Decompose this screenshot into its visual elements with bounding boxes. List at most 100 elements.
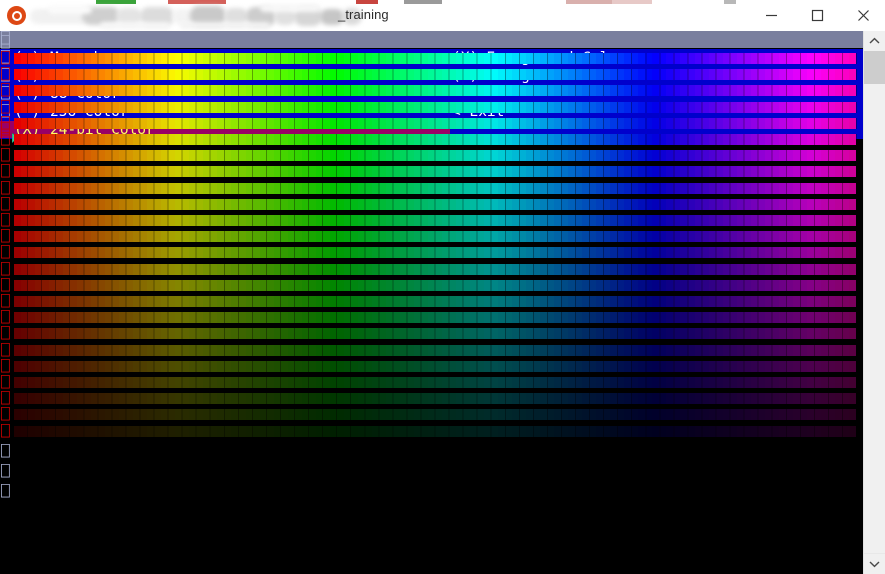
palette-swatch[interactable]	[421, 312, 428, 323]
palette-swatch[interactable]	[147, 53, 154, 64]
palette-swatch[interactable]	[828, 377, 835, 388]
palette-swatch[interactable]	[744, 426, 751, 437]
palette-swatch[interactable]	[210, 183, 217, 194]
palette-swatch[interactable]	[168, 264, 175, 275]
palette-swatch[interactable]	[603, 264, 610, 275]
palette-swatch[interactable]	[330, 215, 337, 226]
palette-swatch[interactable]	[407, 280, 414, 291]
palette-swatch[interactable]	[442, 134, 449, 145]
palette-swatch[interactable]	[779, 118, 786, 129]
palette-swatch[interactable]	[561, 69, 568, 80]
palette-swatch[interactable]	[189, 102, 196, 113]
palette-swatch[interactable]	[470, 280, 477, 291]
palette-swatch[interactable]	[358, 118, 365, 129]
palette-swatch[interactable]	[253, 199, 260, 210]
palette-swatch[interactable]	[828, 280, 835, 291]
palette-swatch[interactable]	[484, 85, 491, 96]
palette-swatch[interactable]	[702, 199, 709, 210]
palette-swatch[interactable]	[835, 312, 842, 323]
palette-swatch[interactable]	[828, 426, 835, 437]
palette-swatch[interactable]	[372, 166, 379, 177]
palette-swatch[interactable]	[582, 231, 589, 242]
palette-swatch[interactable]	[42, 199, 49, 210]
palette-swatch[interactable]	[379, 231, 386, 242]
palette-swatch[interactable]	[161, 361, 168, 372]
palette-swatch[interactable]	[666, 150, 673, 161]
palette-swatch[interactable]	[695, 264, 702, 275]
palette-swatch[interactable]	[442, 247, 449, 258]
palette-swatch[interactable]	[351, 134, 358, 145]
palette-swatch[interactable]	[77, 426, 84, 437]
palette-swatch[interactable]	[274, 118, 281, 129]
palette-swatch[interactable]	[779, 312, 786, 323]
palette-swatch[interactable]	[344, 409, 351, 420]
palette-swatch[interactable]	[484, 183, 491, 194]
palette-swatch[interactable]	[288, 328, 295, 339]
palette-swatch[interactable]	[786, 377, 793, 388]
palette-swatch[interactable]	[435, 247, 442, 258]
palette-swatch[interactable]	[680, 409, 687, 420]
palette-swatch[interactable]	[260, 393, 267, 404]
palette-swatch[interactable]	[744, 183, 751, 194]
palette-swatch[interactable]	[793, 102, 800, 113]
palette-swatch[interactable]	[344, 361, 351, 372]
palette-swatch[interactable]	[98, 134, 105, 145]
palette-swatch[interactable]	[49, 393, 56, 404]
palette-row[interactable]	[14, 426, 857, 437]
palette-swatch[interactable]	[196, 134, 203, 145]
palette-swatch[interactable]	[400, 118, 407, 129]
palette-swatch[interactable]	[772, 328, 779, 339]
palette-swatch[interactable]	[666, 280, 673, 291]
palette-swatch[interactable]	[540, 393, 547, 404]
palette-swatch[interactable]	[119, 345, 126, 356]
palette-swatch[interactable]	[737, 296, 744, 307]
palette-swatch[interactable]	[295, 345, 302, 356]
palette-swatch[interactable]	[554, 53, 561, 64]
palette-swatch[interactable]	[673, 296, 680, 307]
palette-swatch[interactable]	[512, 312, 519, 323]
palette-swatch[interactable]	[828, 312, 835, 323]
palette-swatch[interactable]	[512, 199, 519, 210]
palette-swatch[interactable]	[442, 183, 449, 194]
palette-swatch[interactable]	[253, 393, 260, 404]
palette-swatch[interactable]	[323, 69, 330, 80]
palette-swatch[interactable]	[49, 215, 56, 226]
palette-swatch[interactable]	[281, 312, 288, 323]
palette-swatch[interactable]	[323, 183, 330, 194]
palette-swatch[interactable]	[505, 53, 512, 64]
palette-swatch[interactable]	[547, 426, 554, 437]
palette-swatch[interactable]	[372, 85, 379, 96]
palette-swatch[interactable]	[414, 247, 421, 258]
palette-swatch[interactable]	[274, 85, 281, 96]
palette-swatch[interactable]	[821, 53, 828, 64]
palette-swatch[interactable]	[175, 409, 182, 420]
palette-swatch[interactable]	[610, 183, 617, 194]
palette-swatch[interactable]	[239, 328, 246, 339]
palette-swatch[interactable]	[449, 215, 456, 226]
palette-swatch[interactable]	[554, 85, 561, 96]
palette-swatch[interactable]	[133, 393, 140, 404]
palette-swatch[interactable]	[491, 199, 498, 210]
palette-swatch[interactable]	[737, 199, 744, 210]
palette-swatch[interactable]	[231, 409, 238, 420]
close-button[interactable]	[840, 0, 885, 31]
palette-swatch[interactable]	[175, 118, 182, 129]
minimize-button[interactable]	[748, 0, 794, 31]
palette-swatch[interactable]	[309, 215, 316, 226]
palette-swatch[interactable]	[295, 183, 302, 194]
palette-swatch[interactable]	[35, 345, 42, 356]
palette-swatch[interactable]	[821, 166, 828, 177]
palette-swatch[interactable]	[77, 409, 84, 420]
palette-swatch[interactable]	[323, 85, 330, 96]
palette-swatch[interactable]	[779, 85, 786, 96]
palette-swatch[interactable]	[751, 328, 758, 339]
palette-swatch[interactable]	[309, 361, 316, 372]
palette-swatch[interactable]	[330, 312, 337, 323]
palette-swatch[interactable]	[821, 150, 828, 161]
palette-swatch[interactable]	[786, 345, 793, 356]
palette-swatch[interactable]	[702, 377, 709, 388]
palette-swatch[interactable]	[91, 69, 98, 80]
palette-swatch[interactable]	[498, 264, 505, 275]
palette-swatch[interactable]	[716, 215, 723, 226]
palette-swatch[interactable]	[49, 361, 56, 372]
